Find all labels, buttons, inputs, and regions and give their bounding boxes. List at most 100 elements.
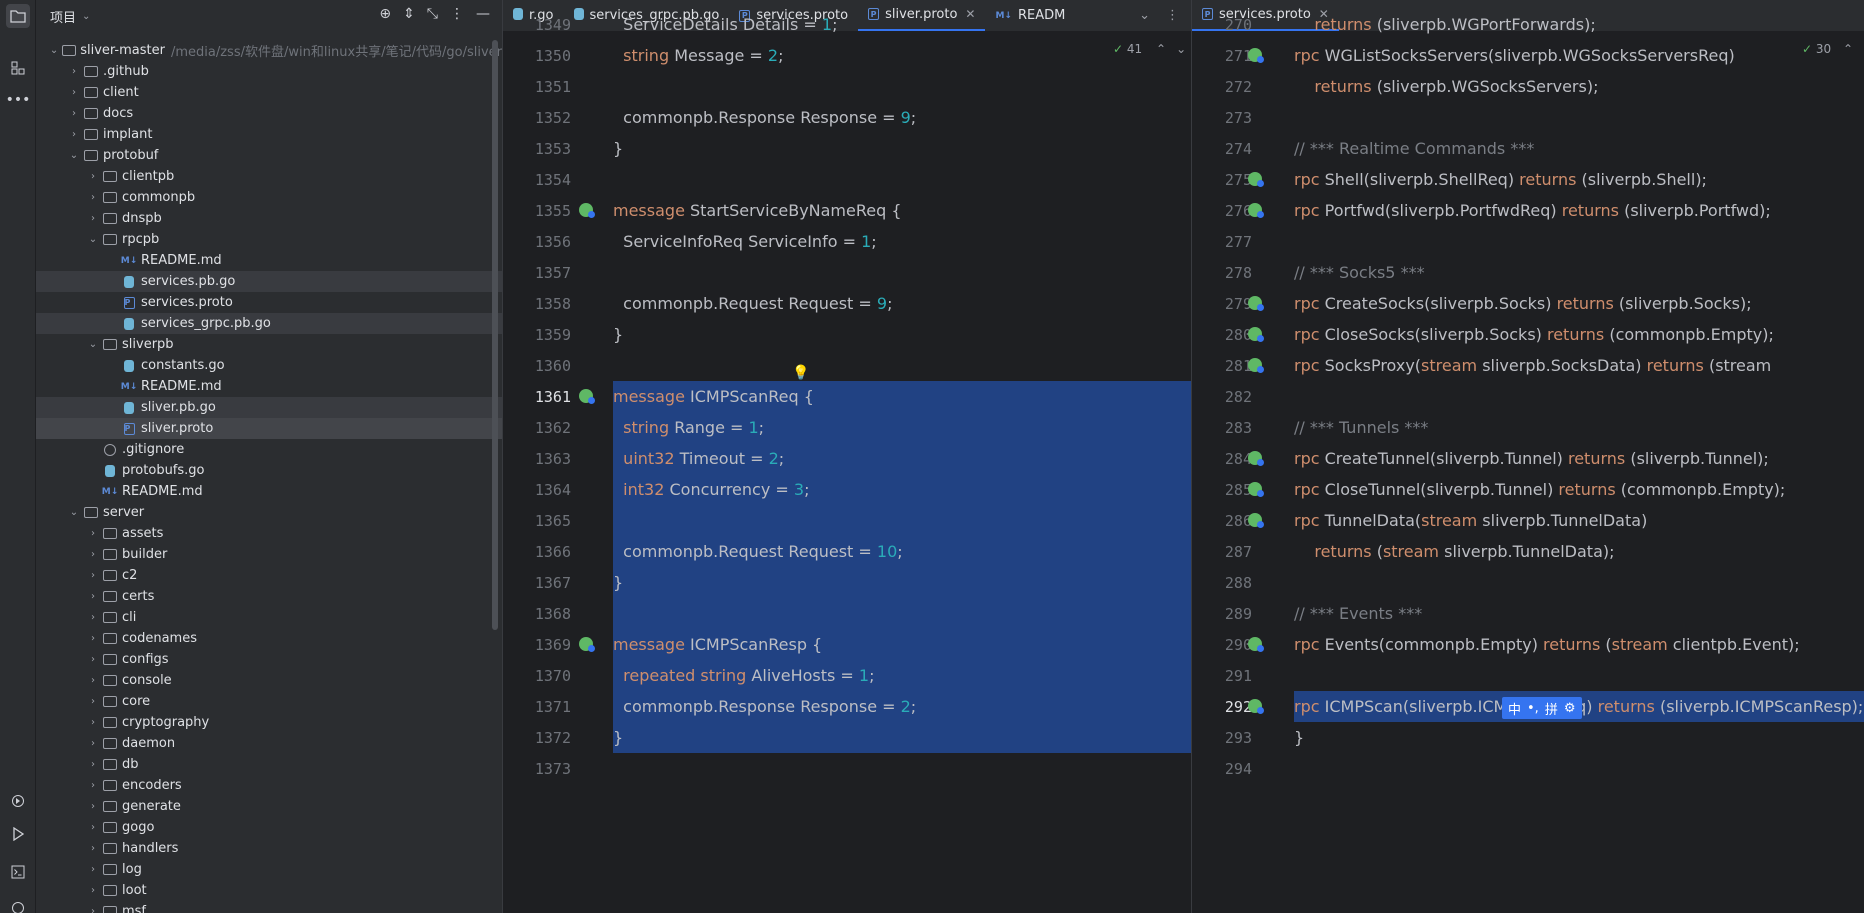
line-number[interactable]: 1371 bbox=[503, 691, 571, 722]
line-number[interactable]: 287 bbox=[1192, 536, 1252, 567]
line-number[interactable]: 291 bbox=[1192, 660, 1252, 691]
chevron-right-icon[interactable]: › bbox=[86, 864, 100, 875]
chevron-right-icon[interactable]: › bbox=[86, 885, 100, 896]
tree-item[interactable]: Psliver.proto bbox=[36, 418, 502, 439]
goto-implementation-icon[interactable] bbox=[1248, 172, 1264, 187]
line-number[interactable]: 1350 bbox=[503, 40, 571, 71]
code-line[interactable]: // *** Tunnels *** bbox=[1294, 412, 1428, 443]
line-number[interactable]: 1365 bbox=[503, 505, 571, 536]
code-line[interactable]: // *** Realtime Commands *** bbox=[1294, 133, 1534, 164]
code-line[interactable]: rpc CreateTunnel(sliverpb.Tunnel) return… bbox=[1294, 443, 1769, 474]
chevron-right-icon[interactable]: › bbox=[67, 108, 81, 119]
line-number[interactable]: 278 bbox=[1192, 257, 1252, 288]
line-number[interactable]: 1355 bbox=[503, 195, 571, 226]
line-number[interactable]: 277 bbox=[1192, 226, 1252, 257]
line-number[interactable]: 271 bbox=[1192, 40, 1252, 71]
chevron-right-icon[interactable]: › bbox=[86, 171, 100, 182]
chevron-down-icon[interactable]: ⌄ bbox=[86, 234, 100, 245]
line-number[interactable]: 1364 bbox=[503, 474, 571, 505]
chevron-right-icon[interactable]: › bbox=[86, 192, 100, 203]
close-icon[interactable]: ✕ bbox=[965, 7, 975, 21]
tree-item[interactable]: › assets bbox=[36, 523, 502, 544]
chevron-down-icon[interactable]: ⌄ bbox=[82, 11, 90, 22]
line-number[interactable]: 292 bbox=[1192, 691, 1252, 722]
tree-item[interactable]: M↓ README.md bbox=[36, 376, 502, 397]
goto-implementation-icon[interactable] bbox=[579, 389, 595, 404]
line-number[interactable]: 1353 bbox=[503, 133, 571, 164]
line-number[interactable]: 290 bbox=[1192, 629, 1252, 660]
project-scrollbar[interactable] bbox=[492, 40, 498, 630]
code-line[interactable]: rpc Events(commonpb.Empty) returns (stre… bbox=[1294, 629, 1800, 660]
goto-implementation-icon[interactable] bbox=[1248, 48, 1264, 63]
line-number[interactable]: 282 bbox=[1192, 381, 1252, 412]
line-number[interactable]: 1358 bbox=[503, 288, 571, 319]
code-line[interactable]: } bbox=[1294, 722, 1304, 753]
line-number[interactable]: 273 bbox=[1192, 102, 1252, 133]
tree-item[interactable]: ⌄ server bbox=[36, 502, 502, 523]
options-icon[interactable]: ⋮ bbox=[450, 6, 464, 22]
line-number[interactable]: 1354 bbox=[503, 164, 571, 195]
hide-icon[interactable]: — bbox=[476, 6, 490, 22]
line-number[interactable]: 276 bbox=[1192, 195, 1252, 226]
tree-item[interactable]: M↓ README.md bbox=[36, 481, 502, 502]
chevron-right-icon[interactable]: › bbox=[86, 843, 100, 854]
line-number[interactable]: 280 bbox=[1192, 319, 1252, 350]
code-line[interactable]: rpc Portfwd(sliverpb.PortfwdReq) returns… bbox=[1294, 195, 1771, 226]
code-line[interactable]: // *** Socks5 *** bbox=[1294, 257, 1425, 288]
chevron-right-icon[interactable]: › bbox=[86, 738, 100, 749]
tree-root[interactable]: ⌄ sliver-master /media/zss/软件盘/win和linux… bbox=[36, 40, 502, 61]
tree-item[interactable]: › c2 bbox=[36, 565, 502, 586]
code-line[interactable]: returns (stream sliverpb.TunnelData); bbox=[1294, 536, 1614, 567]
chevron-right-icon[interactable]: › bbox=[86, 822, 100, 833]
tree-item[interactable]: .gitignore bbox=[36, 439, 502, 460]
chevron-right-icon[interactable]: › bbox=[86, 528, 100, 539]
chevron-down-icon[interactable]: ⌄ bbox=[1139, 8, 1150, 23]
code-line[interactable]: returns (sliverpb.WGSocksServers); bbox=[1294, 71, 1598, 102]
ime-punct[interactable]: •, bbox=[1527, 701, 1539, 716]
line-number[interactable]: 1367 bbox=[503, 567, 571, 598]
tree-item[interactable]: › codenames bbox=[36, 628, 502, 649]
chevron-down-icon[interactable]: ⌄ bbox=[67, 507, 81, 518]
code-line[interactable]: commonpb.Request Request = 9; bbox=[613, 288, 892, 319]
line-number[interactable]: 281 bbox=[1192, 350, 1252, 381]
line-number[interactable]: 1349 bbox=[503, 9, 571, 40]
chevron-right-icon[interactable]: › bbox=[86, 591, 100, 602]
line-number[interactable]: 279 bbox=[1192, 288, 1252, 319]
tree-item[interactable]: › builder bbox=[36, 544, 502, 565]
tree-item[interactable]: › db bbox=[36, 754, 502, 775]
chevron-right-icon[interactable]: › bbox=[86, 717, 100, 728]
tree-item[interactable]: › clientpb bbox=[36, 166, 502, 187]
line-number[interactable]: 1352 bbox=[503, 102, 571, 133]
line-number[interactable]: 275 bbox=[1192, 164, 1252, 195]
line-number[interactable]: 1360 bbox=[503, 350, 571, 381]
goto-implementation-icon[interactable] bbox=[1248, 451, 1264, 466]
tree-item[interactable]: ⌄ rpcpb bbox=[36, 229, 502, 250]
goto-implementation-icon[interactable] bbox=[1248, 513, 1264, 528]
tree-item[interactable]: › handlers bbox=[36, 838, 502, 859]
goto-implementation-icon[interactable] bbox=[1248, 203, 1264, 218]
code-line[interactable]: string Message = 2; bbox=[613, 40, 783, 71]
tree-item[interactable]: services.pb.go bbox=[36, 271, 502, 292]
code-line[interactable]: uint32 Timeout = 2; bbox=[613, 443, 784, 474]
line-number[interactable]: 293 bbox=[1192, 722, 1252, 753]
chevron-right-icon[interactable]: › bbox=[86, 906, 100, 913]
goto-implementation-icon[interactable] bbox=[1248, 327, 1264, 342]
locate-icon[interactable]: ⊕ bbox=[379, 6, 391, 22]
line-number[interactable]: 288 bbox=[1192, 567, 1252, 598]
line-number[interactable]: 272 bbox=[1192, 71, 1252, 102]
code-line[interactable]: rpc WGListSocksServers(sliverpb.WGSocksS… bbox=[1294, 40, 1735, 71]
line-number[interactable]: 283 bbox=[1192, 412, 1252, 443]
code-line[interactable]: rpc SocksProxy(stream sliverpb.SocksData… bbox=[1294, 350, 1771, 381]
line-number[interactable]: 1359 bbox=[503, 319, 571, 350]
chevron-down-icon[interactable]: ⌄ bbox=[67, 150, 81, 161]
line-number[interactable]: 1372 bbox=[503, 722, 571, 753]
line-number[interactable]: 289 bbox=[1192, 598, 1252, 629]
chevron-right-icon[interactable]: › bbox=[86, 549, 100, 560]
chevron-right-icon[interactable]: › bbox=[86, 801, 100, 812]
terminal-tool-icon[interactable] bbox=[6, 860, 30, 884]
chevron-down-icon[interactable]: ⌄ bbox=[86, 339, 100, 350]
chevron-right-icon[interactable]: › bbox=[86, 612, 100, 623]
code-line[interactable]: ServiceInfoReq ServiceInfo = 1; bbox=[613, 226, 876, 257]
tree-item[interactable]: › core bbox=[36, 691, 502, 712]
tree-item[interactable]: › docs bbox=[36, 103, 502, 124]
